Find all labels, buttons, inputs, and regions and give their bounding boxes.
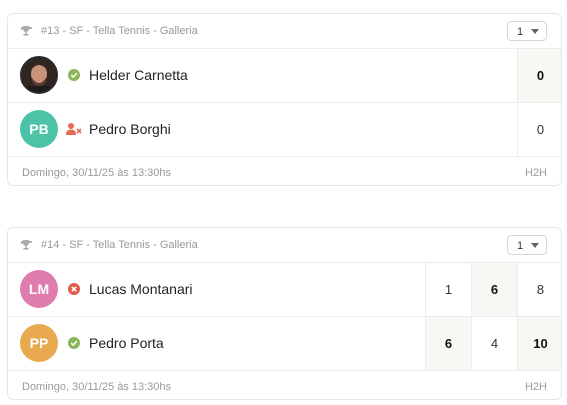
match-date: Domingo, 30/11/25 às 13:30hs <box>22 381 172 393</box>
check-circle-icon <box>68 69 80 81</box>
avatar-photo-icon <box>22 58 56 92</box>
match-card-13: #13 - SF - Tella Tennis - Galleria 1 Hel… <box>7 13 562 186</box>
score-cell: 6 <box>471 263 517 316</box>
player-name[interactable]: Pedro Porta <box>89 335 164 351</box>
check-circle-icon <box>68 337 80 349</box>
match-header-text: #13 - SF - Tella Tennis - Galleria <box>41 25 198 37</box>
score-cell: 6 <box>425 317 471 370</box>
set-select-value: 1 <box>517 240 524 252</box>
set-select[interactable]: 1 <box>507 21 547 41</box>
match-footer: Domingo, 30/11/25 às 13:30hs H2H <box>8 371 561 399</box>
score-cell: 0 <box>517 103 561 156</box>
player-name[interactable]: Lucas Montanari <box>89 281 193 297</box>
avatar: PB <box>20 110 58 148</box>
chevron-down-icon <box>531 243 539 248</box>
trophy-icon <box>21 26 32 36</box>
h2h-link[interactable]: H2H <box>525 167 547 179</box>
user-remove-icon <box>66 123 82 135</box>
player-row: LM Lucas Montanari 1 6 8 <box>8 263 561 317</box>
score-cell: 10 <box>517 317 561 370</box>
score-cell: 8 <box>517 263 561 316</box>
chevron-down-icon <box>531 29 539 34</box>
avatar: LM <box>20 270 58 308</box>
score-cell: 0 <box>517 49 561 102</box>
set-select-value: 1 <box>517 26 524 38</box>
player-row: Helder Carnetta 0 <box>8 49 561 103</box>
set-select[interactable]: 1 <box>507 235 547 255</box>
match-header: #13 - SF - Tella Tennis - Galleria 1 <box>8 14 561 49</box>
match-date: Domingo, 30/11/25 às 13:30hs <box>22 167 172 179</box>
match-card-14: #14 - SF - Tella Tennis - Galleria 1 LM … <box>7 227 562 400</box>
trophy-icon <box>21 240 32 250</box>
x-circle-icon <box>68 283 80 295</box>
score-cell: 1 <box>425 263 471 316</box>
player-name[interactable]: Helder Carnetta <box>89 67 188 83</box>
h2h-link[interactable]: H2H <box>525 381 547 393</box>
player-row: PB Pedro Borghi 0 <box>8 103 561 157</box>
avatar <box>20 56 58 94</box>
player-row: PP Pedro Porta 6 4 10 <box>8 317 561 371</box>
match-footer: Domingo, 30/11/25 às 13:30hs H2H <box>8 157 561 185</box>
score-cell: 4 <box>471 317 517 370</box>
match-header-text: #14 - SF - Tella Tennis - Galleria <box>41 239 198 251</box>
match-header: #14 - SF - Tella Tennis - Galleria 1 <box>8 228 561 263</box>
avatar: PP <box>20 324 58 362</box>
player-name[interactable]: Pedro Borghi <box>89 121 171 137</box>
